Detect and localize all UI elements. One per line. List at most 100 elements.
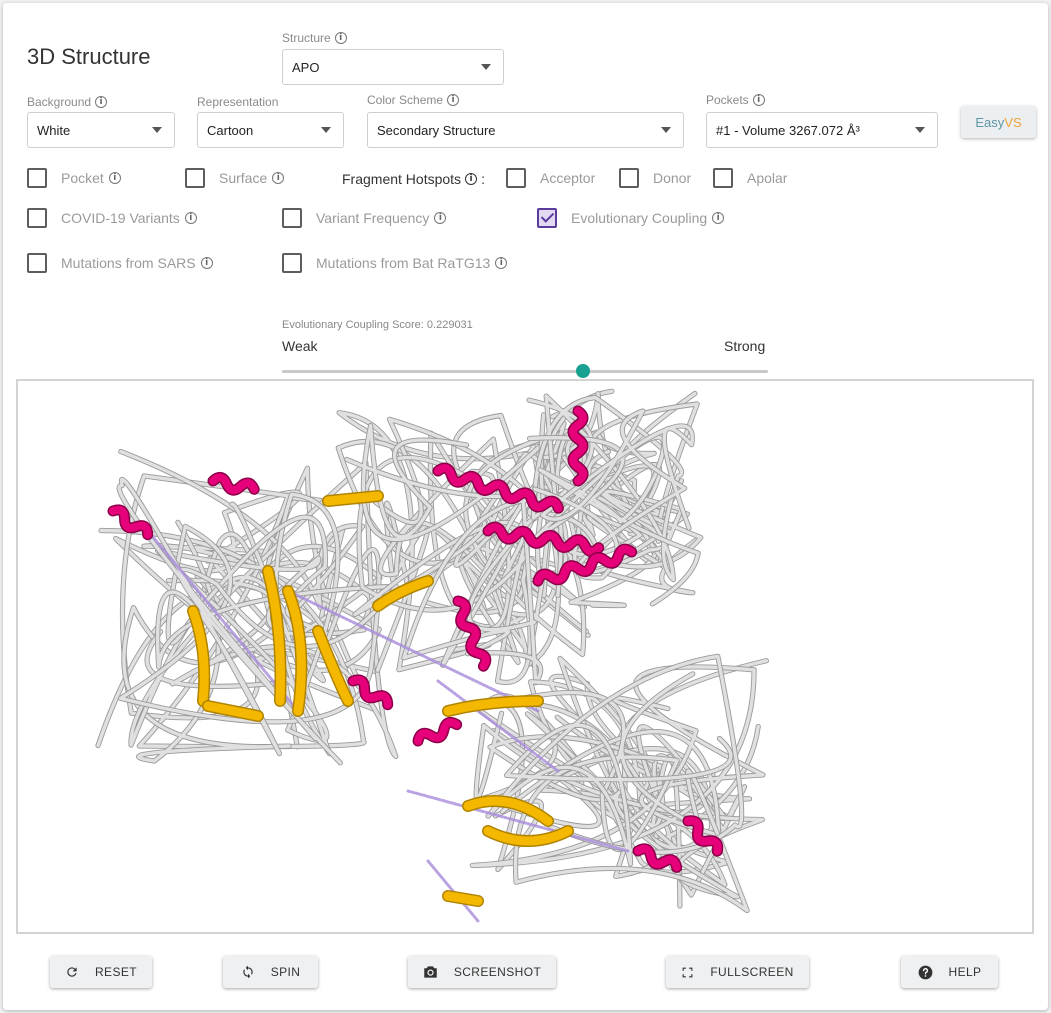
color-scheme-label-text: Color Scheme xyxy=(367,93,444,107)
chevron-down-icon xyxy=(321,127,331,133)
representation-select-value: Cartoon xyxy=(207,122,254,138)
mutations-ratg13-checkbox[interactable] xyxy=(282,253,302,273)
donor-checkbox[interactable] xyxy=(619,168,639,188)
info-icon[interactable]: i xyxy=(752,94,765,106)
color-scheme-label: Color Scheme i xyxy=(367,93,460,107)
representation-label: Representation xyxy=(197,95,278,109)
covid-variants-option: COVID-19 Variants i xyxy=(27,208,197,228)
mutations-sars-option: Mutations from SARS i xyxy=(27,253,213,273)
help-button-label: HELP xyxy=(948,965,982,979)
camera-icon xyxy=(424,966,437,978)
info-icon[interactable]: i xyxy=(434,212,447,224)
covid-variants-checkbox[interactable] xyxy=(27,208,47,228)
evolutionary-coupling-label-text: Evolutionary Coupling xyxy=(571,210,708,226)
info-icon[interactable]: i xyxy=(184,212,197,224)
donor-checkbox-label: Donor xyxy=(653,170,692,186)
pocket-checkbox-label: Pocket i xyxy=(61,170,121,186)
fullscreen-button[interactable]: FULLSCREEN xyxy=(666,956,809,988)
evolutionary-coupling-checkbox[interactable] xyxy=(537,208,557,228)
chevron-down-icon xyxy=(481,64,491,70)
info-icon[interactable]: i xyxy=(447,94,460,106)
spin-button-label: SPIN xyxy=(270,965,301,979)
fragment-hotspots-text: Fragment Hotspots xyxy=(342,171,462,187)
fullscreen-icon xyxy=(682,967,693,977)
pocket-checkbox[interactable] xyxy=(27,168,47,188)
surface-checkbox-label: Surface i xyxy=(219,170,285,186)
chevron-down-icon xyxy=(661,127,671,133)
slider-track[interactable] xyxy=(282,370,768,373)
donor-option: Donor xyxy=(619,168,691,188)
slider-max-label: Strong xyxy=(724,338,766,354)
reset-button-label: RESET xyxy=(94,965,137,979)
protein-cartoon-canvas[interactable] xyxy=(18,381,1032,932)
structure-label-text: Structure xyxy=(282,31,331,45)
surface-checkbox[interactable] xyxy=(185,168,205,188)
acceptor-checkbox-label: Acceptor xyxy=(540,170,596,186)
mutations-sars-checkbox[interactable] xyxy=(27,253,47,273)
sync-icon xyxy=(243,965,253,979)
structure-select[interactable]: APO xyxy=(282,49,504,85)
beta-strand xyxy=(443,891,483,906)
screenshot-button[interactable]: SCREENSHOT xyxy=(408,956,556,988)
help-button[interactable]: HELP xyxy=(901,956,998,988)
color-scheme-select[interactable]: Secondary Structure xyxy=(367,112,684,148)
beta-strand xyxy=(323,491,383,506)
fullscreen-button-label: FULLSCREEN xyxy=(710,965,794,979)
pockets-label: Pockets i xyxy=(706,93,765,107)
pockets-label-text: Pockets xyxy=(706,93,749,107)
surface-option: Surface i xyxy=(185,168,285,188)
info-icon[interactable]: i xyxy=(200,257,213,269)
mutations-ratg13-checkbox-label: Mutations from Bat RaTG13 i xyxy=(316,255,508,271)
info-icon[interactable]: i xyxy=(108,172,121,184)
slider-caption: Evolutionary Coupling Score: 0.229031 xyxy=(282,319,473,331)
info-icon[interactable]: i xyxy=(495,257,508,269)
pocket-label-text: Pocket xyxy=(61,170,104,186)
reset-button[interactable]: RESET xyxy=(50,956,152,988)
background-label-text: Background xyxy=(27,95,92,109)
slider-thumb[interactable] xyxy=(576,364,591,378)
info-icon[interactable]: i xyxy=(712,212,725,224)
page-title: 3D Structure xyxy=(27,44,151,69)
structure-select-value: APO xyxy=(292,59,320,75)
mutations-sars-checkbox-label: Mutations from SARS i xyxy=(61,255,213,271)
variant-frequency-checkbox[interactable] xyxy=(282,208,302,228)
mutations-sars-label-text: Mutations from SARS xyxy=(61,255,196,271)
structure-card: 3D Structure Structure i APO Background … xyxy=(3,3,1048,1010)
pockets-select[interactable]: #1 - Volume 3267.072 Å³ xyxy=(706,112,938,148)
representation-select[interactable]: Cartoon xyxy=(197,112,344,148)
easyvs-label-vs: VS xyxy=(1004,114,1022,130)
representation-label-text: Representation xyxy=(197,95,279,109)
refresh-icon xyxy=(67,967,77,977)
molecule-viewer[interactable] xyxy=(16,379,1034,934)
slider-min-label: Weak xyxy=(282,338,318,354)
info-icon[interactable]: i xyxy=(334,32,347,44)
chevron-down-icon xyxy=(152,127,162,133)
variant-frequency-option: Variant Frequency i xyxy=(282,208,447,228)
fragment-hotspots-label: Fragment Hotspots i : xyxy=(342,171,485,187)
info-icon[interactable]: i xyxy=(95,96,108,108)
covid-variants-label-text: COVID-19 Variants xyxy=(61,210,180,226)
apolar-checkbox[interactable] xyxy=(713,168,733,188)
pockets-select-value: #1 - Volume 3267.072 Å³ xyxy=(716,122,860,138)
variant-frequency-label-text: Variant Frequency xyxy=(316,210,430,226)
color-scheme-select-value: Secondary Structure xyxy=(377,122,496,138)
chevron-down-icon xyxy=(915,127,925,133)
background-select-value: White xyxy=(37,122,71,138)
background-select[interactable]: White xyxy=(27,112,175,148)
easyvs-button[interactable]: Easy VS xyxy=(961,106,1036,138)
mutations-ratg13-option: Mutations from Bat RaTG13 i xyxy=(282,253,508,273)
apolar-checkbox-label: Apolar xyxy=(747,170,788,186)
apolar-option: Apolar xyxy=(713,168,787,188)
info-icon[interactable]: i xyxy=(272,172,285,184)
acceptor-checkbox[interactable] xyxy=(506,168,526,188)
variant-frequency-checkbox-label: Variant Frequency i xyxy=(316,210,447,226)
evolutionary-coupling-option: Evolutionary Coupling i xyxy=(537,208,725,228)
mutations-ratg13-label-text: Mutations from Bat RaTG13 xyxy=(316,255,491,271)
spin-button[interactable]: SPIN xyxy=(223,956,318,988)
pocket-option: Pocket i xyxy=(27,168,121,188)
fragment-hotspots-colon: : xyxy=(481,171,485,187)
coupling-score-slider[interactable] xyxy=(282,364,768,378)
structure-label: Structure i xyxy=(282,31,347,45)
surface-label-text: Surface xyxy=(219,170,268,186)
info-icon[interactable]: i xyxy=(465,173,478,185)
